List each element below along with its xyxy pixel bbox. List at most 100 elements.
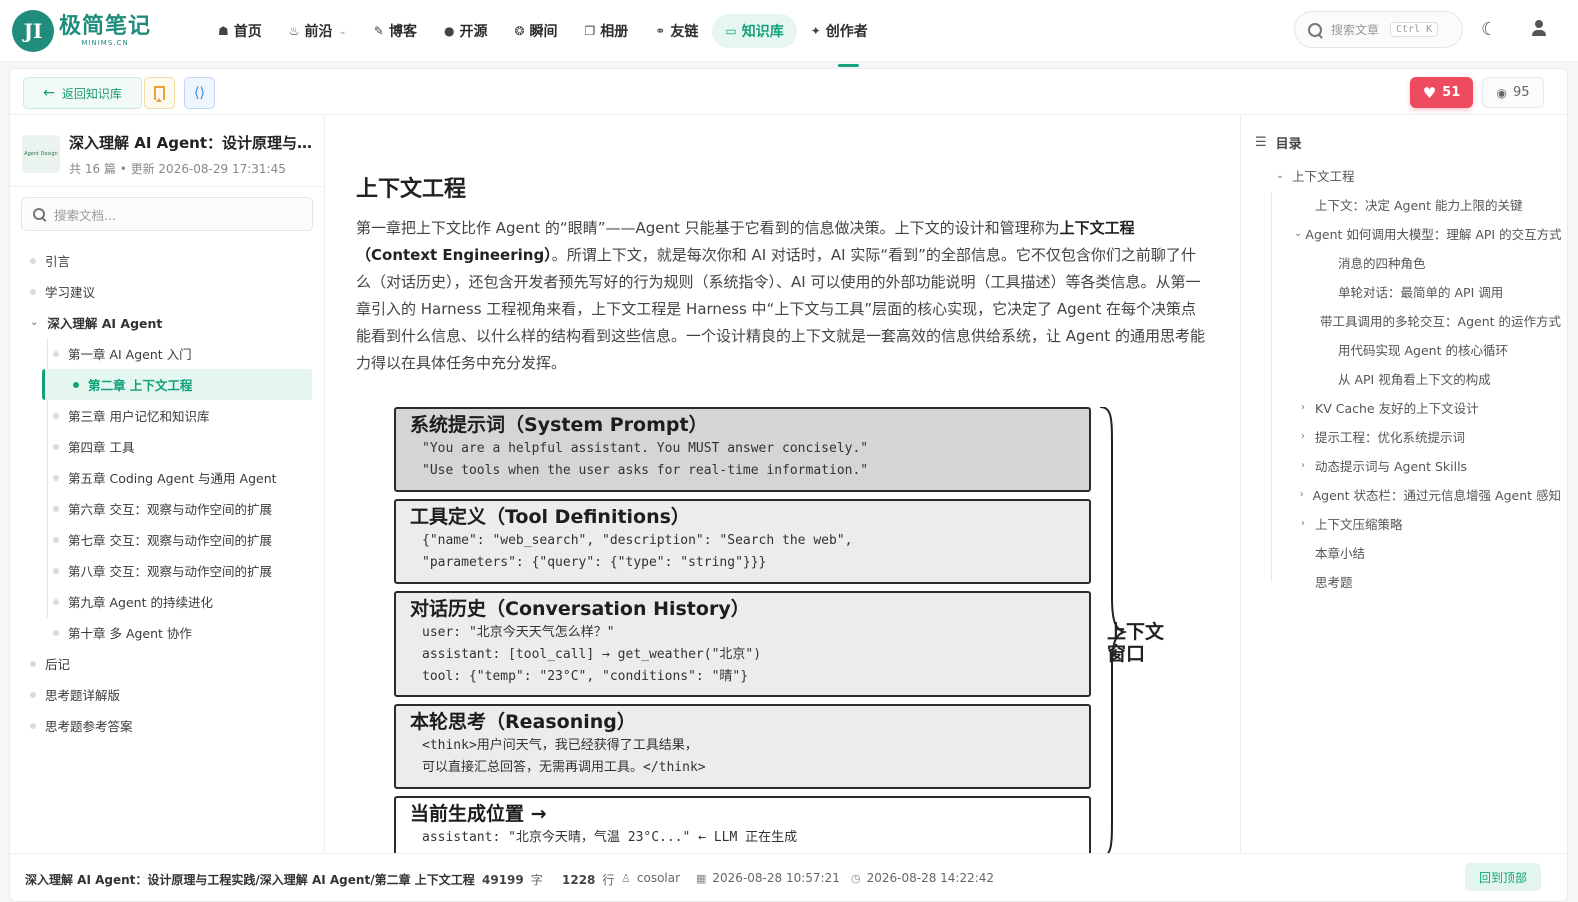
tree-item[interactable]: 第一章 AI Agent 入门 xyxy=(22,338,322,369)
toc-item[interactable]: › 动态提示词与 Agent Skills xyxy=(1261,451,1561,480)
toc-item-label: 上下文：决定 Agent 能力上限的关键 xyxy=(1315,198,1523,213)
chevron-down-icon: ⌄ xyxy=(338,25,347,37)
images-icon: ❐ xyxy=(584,24,596,38)
nav-item-6[interactable]: ⚭ 友链 xyxy=(642,14,711,48)
para-text-2: 。所谓上下文，就是每次你和 AI 对话时，AI 实际“看到”的全部信息。它不仅包… xyxy=(356,246,1205,372)
tree-item[interactable]: 第二章 上下文工程 xyxy=(42,369,312,400)
toc-item[interactable]: 单轮对话：最简单的 API 调用 xyxy=(1261,277,1561,306)
tree-item[interactable]: 第四章 工具 xyxy=(22,431,322,462)
doc-sidebar: Agent Design 深入理解 AI Agent：设计原理与工程实践 共 1… xyxy=(10,116,325,853)
book-header: Agent Design 深入理解 AI Agent：设计原理与工程实践 共 1… xyxy=(22,130,322,186)
search-shortcut-badge: Ctrl K xyxy=(1390,22,1439,37)
toc-item[interactable]: 思考题 xyxy=(1261,567,1561,596)
bullet-dot xyxy=(53,412,59,419)
tree-item-label: 第二章 上下文工程 xyxy=(88,378,193,393)
status-created: ▦ 2026-08-28 10:57:21 xyxy=(696,871,840,885)
nav-item-1[interactable]: ♨ 前沿 ⌄ xyxy=(276,14,360,48)
toc-item-label: KV Cache 友好的上下文设计 xyxy=(1315,401,1479,416)
search-icon xyxy=(1308,22,1322,37)
nav-item-7[interactable]: ▭ 知识库 xyxy=(712,14,797,48)
tree-item[interactable]: 第十章 多 Agent 协作 xyxy=(22,617,322,648)
toc-list: ⌄ 上下文工程上下文：决定 Agent 能力上限的关键 ⌄ Agent 如何调用大模型… xyxy=(1261,161,1561,596)
arrow-left-icon: ← xyxy=(43,85,55,101)
tree-item[interactable]: 思考题详解版 xyxy=(22,679,322,710)
tree-item[interactable]: 第八章 交互：观察与动作空间的扩展 xyxy=(22,555,322,586)
tree-item[interactable]: 第六章 交互：观察与动作空间的扩展 xyxy=(22,493,322,524)
bullet-dot xyxy=(30,288,36,295)
tree-item[interactable]: 后记 xyxy=(22,648,322,679)
toc-item[interactable]: › KV Cache 友好的上下文设计 xyxy=(1261,393,1561,422)
status-doc-path: 深入理解 AI Agent：设计原理与工程实践/深入理解 AI Agent/第二… xyxy=(25,873,475,887)
tree-item[interactable]: 第七章 交互：观察与动作空间的扩展 xyxy=(22,524,322,555)
para-text-1: 第一章把上下文比作 Agent 的“眼睛”——Agent 只能基于它看到的信息做… xyxy=(356,219,1060,237)
calendar-icon: ▦ xyxy=(696,871,707,885)
toc-item[interactable]: ⌄ 上下文工程 xyxy=(1261,161,1561,190)
nav-item-3[interactable]: ● 开源 xyxy=(431,14,500,48)
bullet-dot xyxy=(30,257,36,264)
share-button[interactable]: ⟨⟩ xyxy=(184,77,215,109)
site-logo[interactable]: JI 极简笔记 MINIMS.CN xyxy=(12,10,151,52)
toc-item[interactable]: 消息的四种角色 xyxy=(1261,248,1561,277)
search-icon xyxy=(33,208,45,220)
tree-item[interactable]: 引言 xyxy=(22,245,322,276)
user-account-icon[interactable] xyxy=(1530,20,1548,38)
toc-item[interactable]: 本章小结 xyxy=(1261,538,1561,567)
toc-item[interactable]: 带工具调用的多轮交互：Agent 的运作方式 xyxy=(1261,306,1561,335)
context-block-title: 对话历史（Conversation History） xyxy=(410,598,750,620)
nav-item-5[interactable]: ❐ 相册 xyxy=(572,14,642,48)
nav-item-8[interactable]: ✦ 创作者 xyxy=(798,14,881,48)
context-block: 工具定义（Tool Definitions） {"name": "web_sear… xyxy=(394,499,1091,584)
tree-item[interactable]: 第五章 Coding Agent 与通用 Agent xyxy=(22,462,322,493)
nav-item-0[interactable]: ☗ 首页 xyxy=(205,14,275,48)
nav-item-label: 瞬间 xyxy=(529,24,558,40)
chevron-right-icon: › xyxy=(1301,431,1305,442)
bookmark-button[interactable] xyxy=(144,77,175,109)
tree-item-label: 第十章 多 Agent 协作 xyxy=(68,626,192,641)
like-button[interactable]: ♥ 51 xyxy=(1410,77,1473,108)
tree-item[interactable]: 学习建议 xyxy=(22,276,322,307)
context-block-line: {"name": "web_search", "description": "S… xyxy=(422,533,853,548)
chevron-right-icon: › xyxy=(1301,460,1305,471)
bullet-dot xyxy=(30,660,36,667)
tree-item-label: 第六章 交互：观察与动作空间的扩展 xyxy=(68,502,272,517)
nav-item-4[interactable]: ❂ 瞬间 xyxy=(501,14,570,48)
logo-mark: JI xyxy=(12,10,54,52)
bullet-dot xyxy=(53,567,59,574)
context-block-line: tool: {"temp": "23°C", "conditions": "晴"… xyxy=(422,669,749,684)
chevron-right-icon: › xyxy=(1299,489,1304,500)
doc-search-placeholder: 搜索文档... xyxy=(54,207,116,223)
toc-item-label: 从 API 视角看上下文的构成 xyxy=(1338,372,1491,387)
toc-item-label: 上下文工程 xyxy=(1292,169,1355,184)
feather-icon: ✎ xyxy=(373,24,384,38)
toc-item[interactable]: › 提示工程：优化系统提示词 xyxy=(1261,422,1561,451)
view-count-badge: ◉ 95 xyxy=(1482,77,1544,108)
site-search[interactable]: 搜索文章 Ctrl K xyxy=(1294,11,1463,48)
back-to-top-button[interactable]: 回到顶部 xyxy=(1465,863,1541,891)
tree-item[interactable]: 思考题参考答案 xyxy=(22,710,322,741)
tree-item[interactable]: ⌄ 深入理解 AI Agent xyxy=(22,307,322,338)
bullet-dot xyxy=(53,598,59,605)
context-window-label: 上下文窗口 xyxy=(1107,621,1165,665)
doc-search-input[interactable]: 搜索文档... xyxy=(21,197,313,231)
back-to-knowledge-base-button[interactable]: ← 返回知识库 xyxy=(23,77,142,109)
nav-item-2[interactable]: ✎ 博客 xyxy=(361,14,430,48)
toc-item[interactable]: 上下文：决定 Agent 能力上限的关键 xyxy=(1261,190,1561,219)
toc-item-label: 本章小结 xyxy=(1315,546,1366,561)
toc-item-label: Agent 如何调用大模型：理解 API 的交互方式 xyxy=(1305,227,1561,242)
bullet-dot xyxy=(30,722,36,729)
toc-item[interactable]: 用代码实现 Agent 的核心循环 xyxy=(1261,335,1561,364)
bullet-dot xyxy=(53,350,59,357)
toc-item-label: 动态提示词与 Agent Skills xyxy=(1315,459,1468,474)
theme-toggle-moon-icon[interactable]: ☾ xyxy=(1481,19,1497,40)
toc-item-label: 消息的四种角色 xyxy=(1338,256,1426,271)
toc-item-label: 上下文压缩策略 xyxy=(1315,517,1403,532)
toc-item[interactable]: 从 API 视角看上下文的构成 xyxy=(1261,364,1561,393)
toc-item[interactable]: › 上下文压缩策略 xyxy=(1261,509,1561,538)
link-icon: ⚭ xyxy=(655,24,666,38)
toc-item[interactable]: ⌄ Agent 如何调用大模型：理解 API 的交互方式 xyxy=(1261,219,1561,248)
tree-item[interactable]: 第三章 用户记忆和知识库 xyxy=(22,400,322,431)
bullet-dot xyxy=(53,629,59,636)
tree-item-label: 第七章 交互：观察与动作空间的扩展 xyxy=(68,533,272,548)
tree-item[interactable]: 第九章 Agent 的持续进化 xyxy=(22,586,322,617)
toc-item[interactable]: › Agent 状态栏：通过元信息增强 Agent 感知 xyxy=(1261,480,1561,509)
